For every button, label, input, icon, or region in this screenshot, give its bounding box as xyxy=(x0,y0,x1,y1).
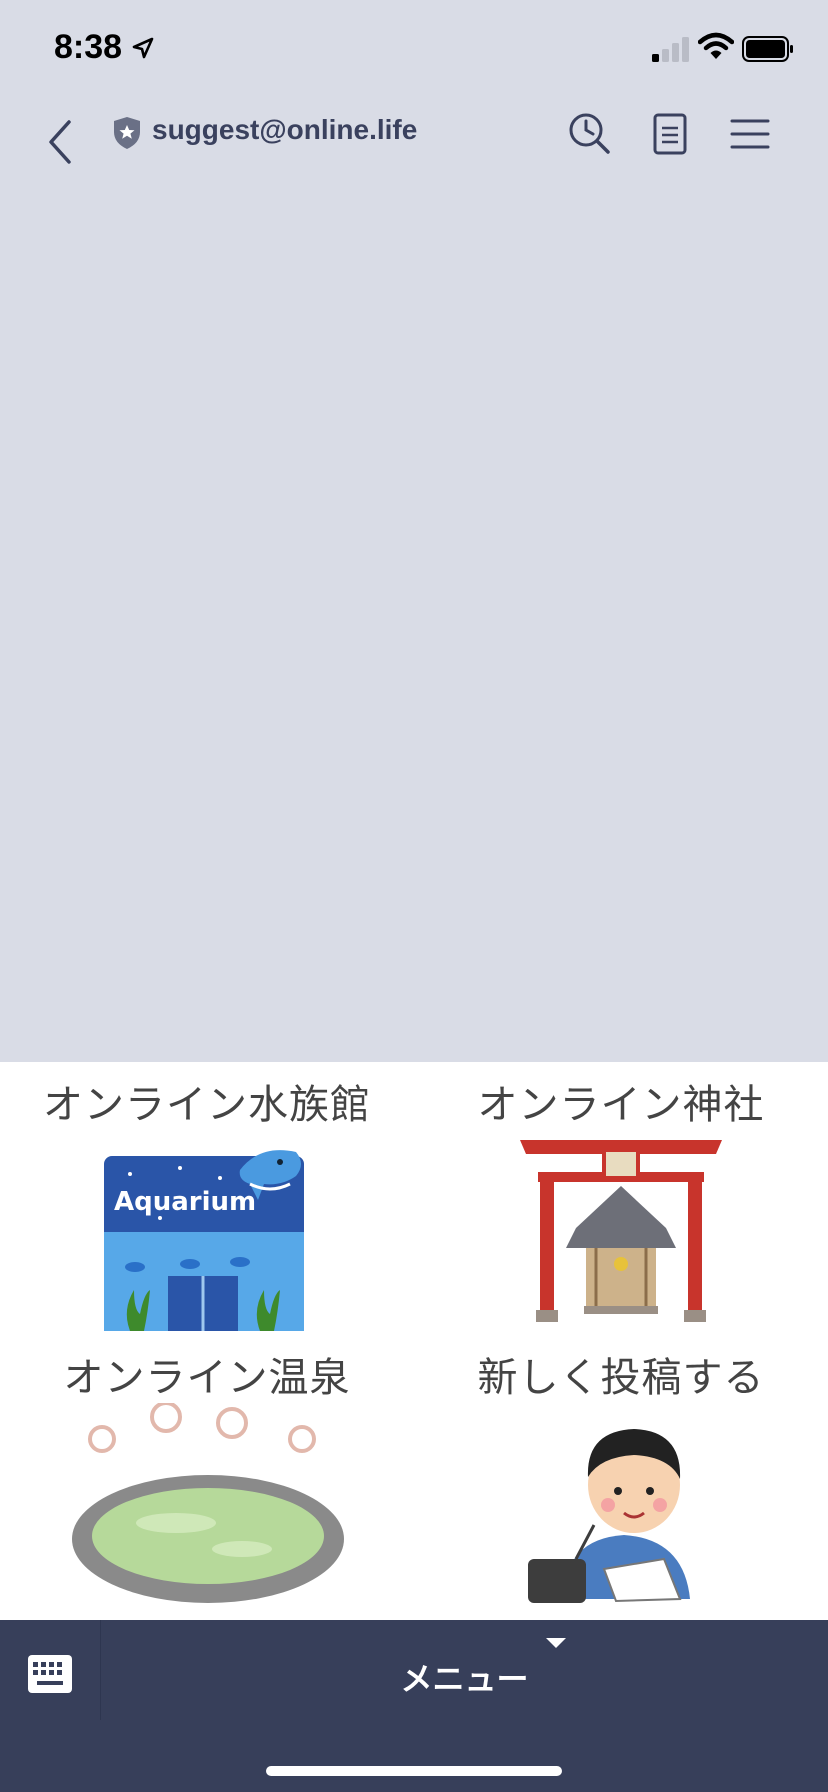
battery-icon xyxy=(742,36,793,62)
keyboard-toggle-button[interactable] xyxy=(0,1620,100,1720)
rich-menu-item-shrine[interactable]: オンライン神社 xyxy=(414,1062,828,1337)
rich-menu-item-onsen[interactable]: オンライン温泉 xyxy=(0,1337,414,1612)
rich-menu-label: オンライン水族館 xyxy=(43,1082,371,1128)
person-writing-illustration xyxy=(528,1429,690,1603)
status-time: 8:38 xyxy=(54,28,123,66)
rich-menu-item-aquarium[interactable]: オンライン水族館 Aquarium xyxy=(0,1062,414,1337)
cellular-signal-icon xyxy=(652,37,689,62)
home-indicator[interactable] xyxy=(266,1766,562,1776)
aquarium-illustration: Aquarium xyxy=(104,1150,304,1331)
hamburger-menu-icon[interactable] xyxy=(726,110,774,158)
menu-toggle-button[interactable]: メニュー xyxy=(101,1620,828,1720)
chat-title[interactable]: suggest@online.life xyxy=(152,114,417,146)
caret-down-icon xyxy=(546,1638,566,1648)
wifi-icon xyxy=(698,32,734,59)
rich-menu-item-new-post[interactable]: 新しく投稿する xyxy=(414,1337,828,1612)
onsen-illustration xyxy=(72,1403,344,1603)
keyboard-icon xyxy=(28,1655,72,1693)
aquarium-sign-text: Aquarium xyxy=(114,1187,256,1217)
rich-menu-label: オンライン温泉 xyxy=(63,1355,351,1401)
chat-messages-area[interactable] xyxy=(0,210,828,1062)
location-arrow-icon xyxy=(132,37,154,59)
notes-icon[interactable] xyxy=(646,110,694,158)
rich-menu-label: オンライン神社 xyxy=(477,1082,765,1128)
shield-star-icon xyxy=(114,117,140,149)
rich-menu: オンライン水族館 Aquarium オンライン神社 オンライン温泉 新しく投稿す… xyxy=(0,1062,828,1620)
bottom-bar: メニュー xyxy=(0,1620,828,1792)
back-chevron-icon[interactable] xyxy=(40,110,84,170)
shrine-illustration xyxy=(520,1140,722,1322)
status-bar: 8:38 xyxy=(0,0,828,100)
menu-toggle-label: メニュー xyxy=(400,1660,529,1698)
search-clock-icon[interactable] xyxy=(566,110,614,158)
rich-menu-label: 新しく投稿する xyxy=(477,1355,765,1401)
chat-header: suggest@online.life xyxy=(0,100,828,210)
